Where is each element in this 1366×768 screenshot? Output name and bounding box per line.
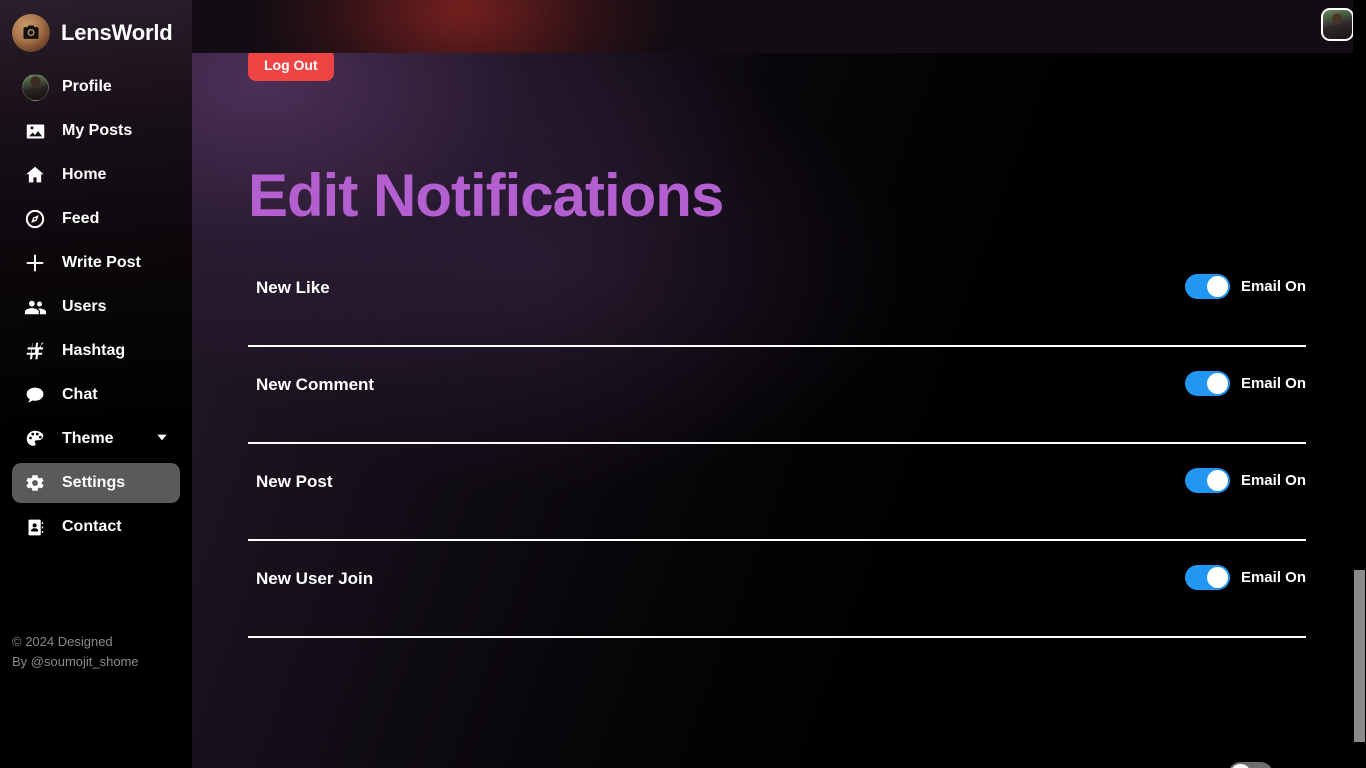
sidebar-item-home[interactable]: Home xyxy=(12,155,180,195)
sidebar-item-label: Contact xyxy=(62,518,122,535)
user-avatar-icon xyxy=(21,73,49,101)
sidebar-footer-credit: © 2024 Designed By @soumojit_shome xyxy=(12,632,182,672)
sidebar-item-label: Feed xyxy=(62,210,100,227)
toggle-state-label: Email On xyxy=(1240,472,1306,489)
top-header-bar xyxy=(192,0,1366,53)
main-content: Log Out Edit Notifications New Like Emai… xyxy=(192,53,1366,768)
gear-icon xyxy=(22,472,48,494)
setting-control: Email On xyxy=(1184,274,1306,299)
compass-icon xyxy=(22,208,48,230)
setting-control: Email On xyxy=(1184,371,1306,396)
sidebar-item-label: Home xyxy=(62,166,107,183)
settings-rows: New Like Email On New Comment Email On N… xyxy=(248,250,1306,768)
toggle-state-label: Email On xyxy=(1240,375,1306,392)
setting-row-new-user-join: New User Join Email On xyxy=(248,541,1306,638)
sidebar-item-write-post[interactable]: Write Post xyxy=(12,243,180,283)
footer-line-2: By @soumojit_shome xyxy=(12,654,139,669)
chat-bubble-icon xyxy=(22,384,48,406)
sidebar-item-feed[interactable]: Feed xyxy=(12,199,180,239)
footer-line-1: © 2024 Designed xyxy=(12,634,113,649)
users-icon xyxy=(22,296,48,319)
brand-name: LensWorld xyxy=(61,20,173,45)
sidebar-item-contact[interactable]: Contact xyxy=(12,507,180,547)
setting-control: Email On xyxy=(1184,565,1306,590)
toggle-new-user-join[interactable] xyxy=(1184,565,1230,590)
toggle-new-post[interactable] xyxy=(1184,468,1230,493)
sidebar-item-chat[interactable]: Chat xyxy=(12,375,180,415)
sidebar: LensWorld Profile My Posts Home Feed Wri… xyxy=(0,0,192,768)
sidebar-item-label: Chat xyxy=(62,386,98,403)
sidebar-item-theme[interactable]: Theme xyxy=(12,419,180,459)
toggle-state-label: Email On xyxy=(1240,569,1306,586)
sidebar-item-my-posts[interactable]: My Posts xyxy=(12,111,180,151)
sidebar-item-label: Write Post xyxy=(62,254,141,271)
toggle-new-like[interactable] xyxy=(1184,274,1230,299)
setting-label: New Like xyxy=(256,278,330,297)
contact-book-icon xyxy=(22,517,48,538)
avatar[interactable] xyxy=(1321,8,1354,41)
home-icon xyxy=(22,164,48,186)
toggle-state-label: Email On xyxy=(1240,278,1306,295)
sidebar-item-label: Users xyxy=(62,298,107,315)
setting-control: Off xyxy=(1228,762,1306,768)
sidebar-item-users[interactable]: Users xyxy=(12,287,180,327)
sidebar-nav: Profile My Posts Home Feed Write Post Us… xyxy=(0,67,192,547)
palette-icon xyxy=(22,428,48,450)
setting-row-new-like: New Like Email On xyxy=(248,250,1306,347)
camera-icon xyxy=(12,14,50,52)
sidebar-item-label: Theme xyxy=(62,430,114,447)
sidebar-item-label: Profile xyxy=(62,78,112,95)
setting-row-background-glass-animation: Background Glass Animation Off xyxy=(248,738,1306,768)
vertical-scrollbar-thumb[interactable] xyxy=(1354,570,1365,742)
image-icon xyxy=(22,121,48,142)
brand[interactable]: LensWorld xyxy=(0,0,192,57)
sidebar-item-profile[interactable]: Profile xyxy=(12,67,180,107)
chevron-down-icon[interactable] xyxy=(154,429,170,450)
logout-button[interactable]: Log Out xyxy=(248,53,334,81)
row-divider xyxy=(248,636,1306,638)
vertical-scrollbar-track[interactable] xyxy=(1353,0,1366,768)
page-title: Edit Notifications xyxy=(248,162,724,229)
sidebar-item-label: My Posts xyxy=(62,122,133,139)
sidebar-item-hashtag[interactable]: Hashtag xyxy=(12,331,180,371)
sidebar-item-label: Settings xyxy=(62,474,126,491)
setting-row-new-post: New Post Email On xyxy=(248,444,1306,541)
toggle-background-glass-animation[interactable] xyxy=(1228,762,1274,768)
setting-label: New Comment xyxy=(256,375,375,394)
setting-label: New User Join xyxy=(256,569,374,588)
setting-control: Email On xyxy=(1184,468,1306,493)
hashtag-icon xyxy=(22,340,48,362)
plus-icon xyxy=(22,252,48,274)
toggle-new-comment[interactable] xyxy=(1184,371,1230,396)
sidebar-item-settings[interactable]: Settings xyxy=(12,463,180,503)
setting-row-new-comment: New Comment Email On xyxy=(248,347,1306,444)
sidebar-item-label: Hashtag xyxy=(62,342,126,359)
setting-label: New Post xyxy=(256,472,333,491)
header-glow xyxy=(252,0,672,53)
